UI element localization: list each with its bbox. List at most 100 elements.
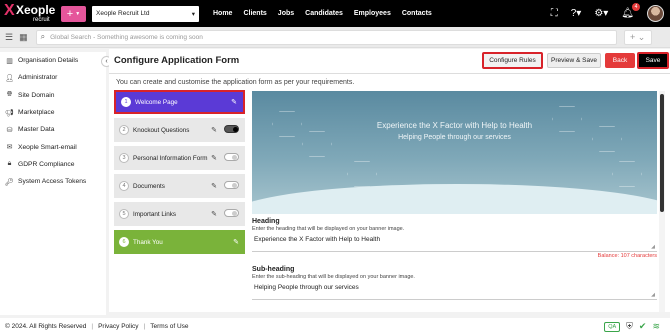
step-toggle[interactable] [224,181,239,189]
banner-image: Experience the X Factor with Help to Hea… [252,91,657,214]
resize-grip-icon[interactable]: ◢ [651,292,655,298]
plus-icon: + [66,7,74,20]
globe-icon: 🌐︎ [6,91,13,99]
step-number: 2 [119,125,129,135]
step-toggle[interactable] [224,153,239,161]
main-panel: Configure Application Form Configure Rul… [109,49,670,312]
subheading-label: Sub-heading [252,266,295,273]
page-description: You can create and customise the applica… [116,79,355,86]
logo-subtext: recruit [33,17,50,23]
bell-icon[interactable]: 🔔︎ 4 [621,3,640,19]
sidebar-item-administrator[interactable]: 👤︎ Administrator [0,69,106,86]
avatar[interactable] [647,5,664,22]
xeople-logo[interactable]: X Xeople recruit [4,0,56,27]
building-icon: ▥ [6,57,13,65]
step-label: Important Links [133,210,177,218]
megaphone-icon: 📢︎ [5,109,14,117]
step-label: Documents [133,182,165,190]
nav-clients[interactable]: Clients [243,10,266,17]
sidebar-item-master-data[interactable]: ⛁ Master Data [0,121,106,138]
nav-contacts[interactable]: Contacts [402,10,432,17]
person-icon: 👤︎ [5,74,14,82]
sidebar-item-site-domain[interactable]: 🌐︎ Site Domain [0,87,106,104]
step-thank-you[interactable]: 6 Thank You ✎ [114,230,245,254]
step-documents[interactable]: 4 Documents ✎ [114,174,245,198]
heading-field: Heading Enter the heading that will be d… [252,218,657,259]
pencil-icon[interactable]: ✎ [211,182,217,190]
step-toggle[interactable] [224,209,239,217]
global-search-input[interactable]: ⌕ Global Search - Something awesome is c… [35,29,617,45]
search-icon: ⌕ [40,32,46,41]
logo-text: Xeople [16,3,56,17]
gear-icon[interactable]: ⚙▾ [594,8,608,19]
privacy-policy-link[interactable]: Privacy Policy [98,323,138,330]
step-label: Welcome Page [135,98,178,106]
page-title: Configure Application Form [114,55,240,66]
step-personal-information-form[interactable]: 3 Personal Information Form ✎ [114,146,245,170]
subheading-input[interactable]: Helping People through our services ◢ [252,282,657,300]
sidebar-item-gdpr-compliance[interactable]: 🔒︎ GDPR Compliance [0,156,106,173]
check-circle-icon[interactable]: ✔ [639,321,647,332]
divider [109,73,670,74]
step-label: Personal Information Form [133,154,208,162]
list-view-icon[interactable]: ☰ [5,32,13,43]
back-button[interactable]: Back [605,53,635,68]
editor-scrollbar[interactable] [659,91,665,312]
top-right-tools: ⛶ ?▾ ⚙▾ 🔔︎ 4 [551,0,670,27]
shield-icon[interactable]: ⛨ [626,321,633,332]
qa-badge: QA [604,321,621,332]
search-placeholder: Global Search - Something awesome is com… [50,33,203,41]
form-steps-list: 1 Welcome Page ✎ 2 Knockout Questions ✎ … [114,90,245,258]
step-number: 1 [121,97,131,107]
subheading-description: Enter the sub-heading that will be displ… [252,274,415,280]
quick-add-button[interactable]: + ▼ [61,5,86,22]
sidebar-item-system-access-tokens[interactable]: 🔑︎ System Access Tokens [0,173,106,190]
step-important-links[interactable]: 5 Important Links ✎ [114,202,245,226]
save-button[interactable]: Save [637,52,669,69]
nav-candidates[interactable]: Candidates [305,10,343,17]
sidebar-item-organisation-details[interactable]: ▥ Organisation Details [0,52,106,69]
step-welcome-page[interactable]: 1 Welcome Page ✎ [114,90,245,114]
database-icon: ⛁ [6,126,13,134]
add-dropdown-button[interactable]: + ⌄ [623,29,652,45]
configure-rules-button[interactable]: Configure Rules [482,52,543,69]
main-nav: Home Clients Jobs Candidates Employees C… [213,10,443,17]
step-toggle[interactable] [224,125,239,133]
resize-grip-icon[interactable]: ◢ [651,244,655,250]
step-knockout-questions[interactable]: 2 Knockout Questions ✎ [114,118,245,142]
step-label: Thank You [133,238,163,246]
chevron-down-icon: ▾ [191,10,195,18]
key-icon: 🔑︎ [5,178,14,186]
sidebar-item-smart-email[interactable]: ✉ Xeople Smart-email [0,138,106,155]
preview-save-button[interactable]: Preview & Save [547,53,601,68]
scrollbar-thumb[interactable] [660,94,664,212]
pencil-icon[interactable]: ✎ [233,238,239,246]
step-number: 6 [119,237,129,247]
envelope-icon: ✉ [6,144,13,152]
nav-home[interactable]: Home [213,10,232,17]
company-name: Xeople Recruit Ltd [96,10,150,17]
heading-label: Heading [252,218,280,225]
pencil-icon[interactable]: ✎ [211,210,217,218]
nav-jobs[interactable]: Jobs [278,10,294,17]
step-number: 5 [119,209,129,219]
copyright-text: © 2024. All Rights Reserved [5,323,87,330]
fullscreen-icon[interactable]: ⛶ [551,8,558,19]
company-selector[interactable]: Xeople Recruit Ltd ▾ [92,5,199,22]
search-bar-row: ☰ ▦ ⌕ Global Search - Something awesome … [0,27,670,48]
wifi-icon: ≋ [652,321,660,331]
subheading-field: Sub-heading Enter the sub-heading that w… [252,266,657,300]
heading-balance: Balance: 107 characters [597,253,657,259]
help-icon[interactable]: ?▾ [571,8,582,19]
grid-view-icon[interactable]: ▦ [19,32,28,43]
pencil-icon[interactable]: ✎ [231,98,237,106]
step-number: 3 [119,153,129,163]
heading-input[interactable]: Experience the X Factor with Help to Hea… [252,234,657,252]
nav-employees[interactable]: Employees [354,10,391,17]
pencil-icon[interactable]: ✎ [211,126,217,134]
terms-of-use-link[interactable]: Terms of Use [150,323,188,330]
step-label: Knockout Questions [133,126,190,134]
sidebar-item-marketplace[interactable]: 📢︎ Marketplace [0,104,106,121]
pencil-icon[interactable]: ✎ [211,154,217,162]
chevron-down-icon: ▼ [75,10,81,17]
